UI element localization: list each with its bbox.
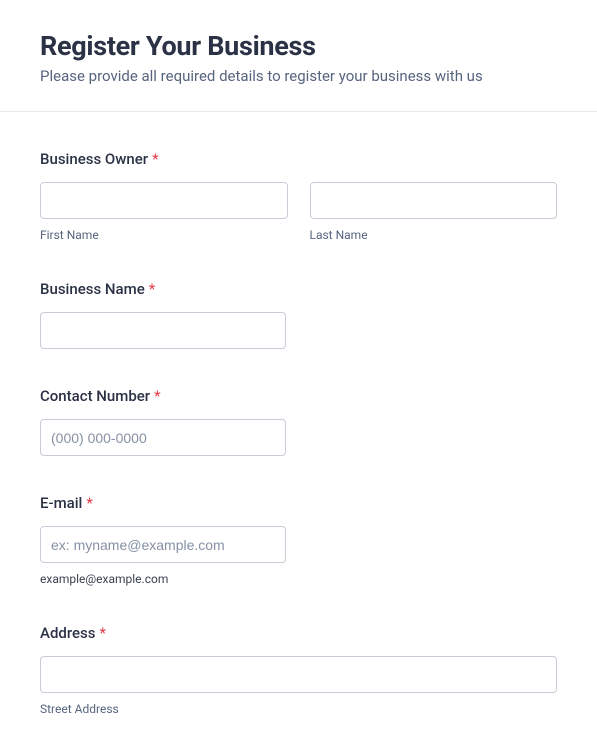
required-asterisk: * [149,280,155,298]
email-field: E-mail* example@example.com [40,494,557,586]
contact-number-label: Contact Number* [40,387,557,405]
label-text: Address [40,624,96,642]
form-header: Register Your Business Please provide al… [0,0,597,112]
required-asterisk: * [100,624,106,642]
address-field: Address* Street Address [40,624,557,716]
street-address-input[interactable] [40,656,557,693]
business-name-field: Business Name* [40,280,557,349]
contact-number-field: Contact Number* [40,387,557,456]
email-label: E-mail* [40,494,557,512]
business-owner-label: Business Owner* [40,150,557,168]
email-hint: example@example.com [40,572,557,586]
required-asterisk: * [154,387,160,405]
label-text: Contact Number [40,387,150,405]
email-input[interactable] [40,526,286,563]
first-name-col: First Name [40,182,288,242]
required-asterisk: * [86,494,92,512]
business-name-input[interactable] [40,312,286,349]
last-name-sublabel: Last Name [310,228,558,242]
label-text: Business Name [40,280,145,298]
business-owner-field: Business Owner* First Name Last Name [40,150,557,242]
business-name-label: Business Name* [40,280,557,298]
contact-number-input[interactable] [40,419,286,456]
form-body: Business Owner* First Name Last Name Bus… [0,112,597,736]
last-name-input[interactable] [310,182,558,219]
first-name-input[interactable] [40,182,288,219]
label-text: E-mail [40,494,82,512]
street-address-sublabel: Street Address [40,702,557,716]
required-asterisk: * [152,150,158,168]
address-label: Address* [40,624,557,642]
last-name-col: Last Name [310,182,558,242]
page-subtitle: Please provide all required details to r… [40,66,557,87]
name-row: First Name Last Name [40,182,557,242]
first-name-sublabel: First Name [40,228,288,242]
label-text: Business Owner [40,150,148,168]
page-title: Register Your Business [40,30,557,62]
